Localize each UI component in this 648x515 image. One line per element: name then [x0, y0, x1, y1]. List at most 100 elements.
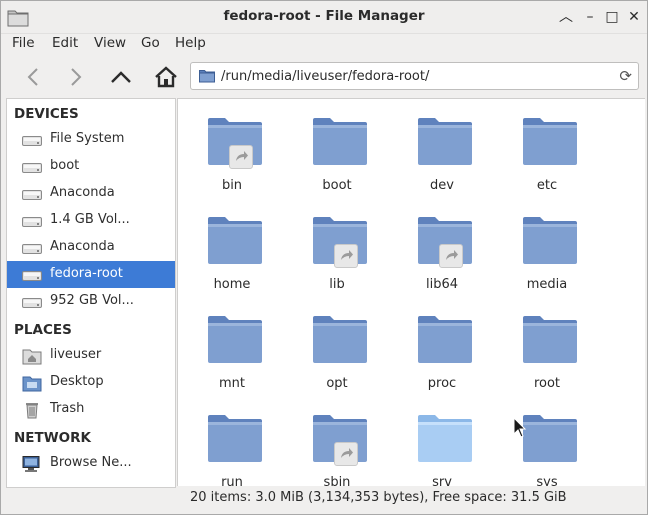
folder-item[interactable]: srv	[392, 396, 492, 486]
sidebar-item-network[interactable]: Browse Ne...	[7, 450, 175, 477]
folder-item[interactable]: proc	[392, 297, 492, 393]
shade-button[interactable]: ︿	[557, 8, 575, 26]
menu-bar: File Edit View Go Help	[1, 34, 647, 54]
sidebar-item-devices[interactable]: fedora-root	[7, 261, 175, 288]
sidebar: DEVICES File System boot Anaconda 1.4 GB Vo…	[6, 98, 176, 488]
folder-icon	[208, 316, 262, 363]
network-header: NETWORK	[14, 430, 91, 446]
menu-edit[interactable]: Edit	[52, 35, 78, 51]
file-manager-window: fedora-root - File Manager ︿ – □ ✕ File …	[0, 0, 648, 515]
drive-icon	[22, 163, 42, 173]
folder-item[interactable]: sbin	[287, 396, 387, 486]
folder-item[interactable]: sys	[497, 396, 597, 486]
home-button[interactable]	[151, 63, 181, 91]
sidebar-item-devices[interactable]: boot	[7, 153, 175, 180]
folder-name: proc	[427, 376, 457, 391]
status-text: 20 items: 3.0 MiB (3,134,353 bytes), Fre…	[190, 490, 567, 505]
folder-icon	[418, 415, 472, 462]
sidebar-item-places[interactable]: Desktop	[7, 369, 175, 396]
folder-name: dev	[430, 178, 454, 193]
sidebar-item-label: Anaconda	[50, 239, 115, 254]
folder-name: opt	[326, 376, 348, 391]
folder-item[interactable]: run	[182, 396, 282, 486]
folder-item[interactable]: root	[497, 297, 597, 393]
folder-icon	[208, 415, 262, 462]
folder-name: bin	[221, 178, 243, 193]
network-icon	[22, 456, 40, 472]
folder-icon	[523, 118, 577, 165]
folder-item[interactable]: dev	[392, 99, 492, 195]
back-icon	[27, 68, 38, 86]
folder-icon	[208, 217, 262, 264]
menu-help[interactable]: Help	[175, 35, 206, 51]
home-icon	[155, 66, 177, 88]
title-bar[interactable]: fedora-root - File Manager ︿ – □ ✕	[1, 1, 647, 34]
file-view[interactable]: bin boot dev etc home lib lib64 media mnt opt proc…	[177, 98, 645, 486]
devices-header: DEVICES	[14, 106, 79, 122]
folder-icon	[313, 316, 367, 363]
menu-view[interactable]: View	[94, 35, 126, 51]
folder-name: media	[526, 277, 568, 292]
back-button[interactable]	[18, 63, 48, 91]
reload-icon[interactable]: ⟳	[619, 67, 632, 85]
drive-icon	[22, 298, 42, 308]
symlink-emblem-icon	[229, 145, 253, 169]
folder-item[interactable]: opt	[287, 297, 387, 393]
folder-icon	[523, 316, 577, 363]
folder-name: run	[221, 475, 243, 486]
sidebar-item-label: Anaconda	[50, 185, 115, 200]
up-button[interactable]	[106, 63, 136, 91]
location-bar[interactable]: /run/media/liveuser/fedora-root/ ⟳	[190, 62, 639, 90]
forward-icon	[71, 68, 82, 86]
folder-name: mnt	[219, 376, 245, 391]
folder-item[interactable]: lib	[287, 198, 387, 294]
sidebar-item-devices[interactable]: File System	[7, 126, 175, 153]
folder-item[interactable]: lib64	[392, 198, 492, 294]
sidebar-item-label: Browse Ne...	[50, 455, 132, 470]
sidebar-item-devices[interactable]: Anaconda	[7, 180, 175, 207]
sidebar-item-devices[interactable]: 952 GB Vol...	[7, 288, 175, 315]
folder-name: srv	[432, 475, 452, 486]
home-folder-icon	[22, 349, 42, 365]
folder-item[interactable]: mnt	[182, 297, 282, 393]
folder-icon	[418, 316, 472, 363]
symlink-emblem-icon	[334, 244, 358, 268]
sidebar-item-label: boot	[50, 158, 80, 173]
sidebar-item-label: Desktop	[50, 374, 104, 389]
drive-icon	[22, 136, 42, 146]
location-path[interactable]: /run/media/liveuser/fedora-root/	[221, 69, 429, 84]
folder-icon	[523, 217, 577, 264]
sidebar-item-label: 1.4 GB Vol...	[50, 212, 130, 227]
close-button[interactable]: ✕	[625, 8, 643, 26]
folder-item[interactable]: home	[182, 198, 282, 294]
minimize-button[interactable]: –	[581, 8, 599, 26]
folder-icon	[199, 70, 215, 83]
forward-button[interactable]	[61, 63, 91, 91]
folder-item[interactable]: media	[497, 198, 597, 294]
folder-name: boot	[322, 178, 352, 193]
places-header: PLACES	[14, 322, 72, 338]
sidebar-item-label: 952 GB Vol...	[50, 293, 134, 308]
window-title: fedora-root - File Manager	[223, 8, 425, 24]
sidebar-item-label: File System	[50, 131, 125, 146]
menu-go[interactable]: Go	[141, 35, 160, 51]
sidebar-item-devices[interactable]: Anaconda	[7, 234, 175, 261]
sidebar-item-devices[interactable]: 1.4 GB Vol...	[7, 207, 175, 234]
trash-icon	[26, 403, 38, 419]
sidebar-item-places[interactable]: Trash	[7, 396, 175, 423]
drive-icon	[22, 190, 42, 200]
folder-item[interactable]: bin	[182, 99, 282, 195]
status-bar: 20 items: 3.0 MiB (3,134,353 bytes), Fre…	[177, 487, 647, 511]
folder-name: sys	[536, 475, 558, 486]
folder-name: root	[533, 376, 561, 391]
folder-name: lib	[329, 277, 345, 292]
maximize-button[interactable]: □	[603, 8, 621, 26]
folder-name: home	[213, 277, 251, 292]
folder-item[interactable]: boot	[287, 99, 387, 195]
sidebar-item-places[interactable]: liveuser	[7, 342, 175, 369]
mouse-cursor-icon	[513, 417, 527, 438]
menu-file[interactable]: File	[12, 35, 35, 51]
desktop-icon	[22, 376, 42, 392]
symlink-emblem-icon	[334, 442, 358, 466]
folder-item[interactable]: etc	[497, 99, 597, 195]
